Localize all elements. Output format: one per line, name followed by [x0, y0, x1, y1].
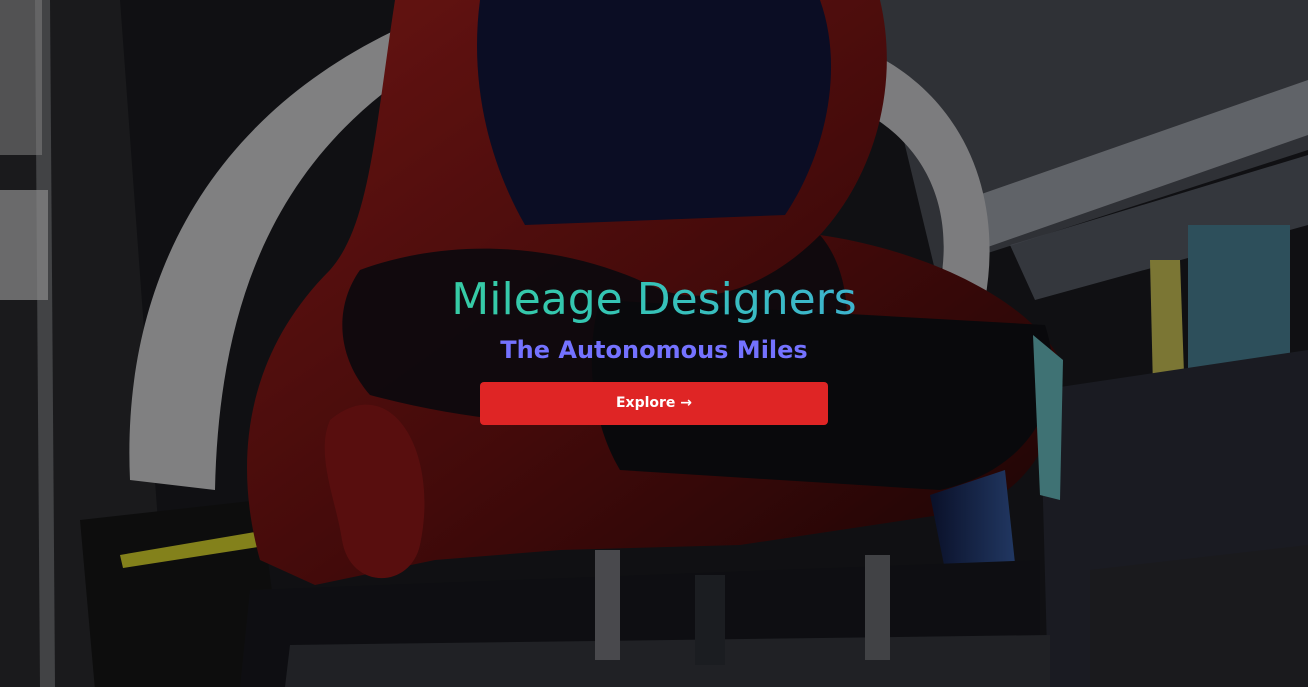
explore-button[interactable]: Explore →	[480, 382, 828, 425]
hero-text-container: Mileage Designers The Autonomous Miles	[0, 272, 1308, 366]
hero-title: Mileage Designers	[0, 272, 1308, 328]
hero-subtitle: The Autonomous Miles	[500, 336, 808, 364]
hero-section: Mileage Designers The Autonomous Miles E…	[0, 0, 1308, 687]
